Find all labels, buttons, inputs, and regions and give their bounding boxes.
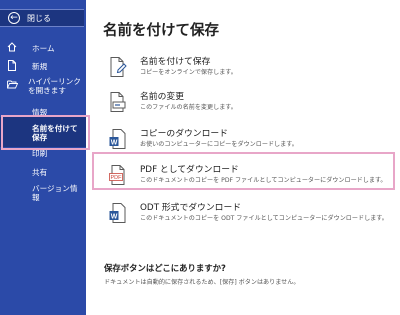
- option-save-as[interactable]: 名前を付けて保存 コピーをオンラインで保存します。: [106, 54, 396, 84]
- sidebar-item-label: 共有: [32, 168, 48, 177]
- sidebar-item-home[interactable]: ホーム: [0, 42, 86, 54]
- sidebar-item-version[interactable]: バージョン情報: [0, 184, 86, 204]
- odt-icon: W: [109, 202, 127, 224]
- option-description: このファイルの名前を変更します。: [140, 104, 237, 111]
- sidebar-item-label: 新規: [32, 62, 48, 71]
- sidebar-item-share[interactable]: 共有: [0, 168, 86, 178]
- option-title: 名前を付けて保存: [140, 57, 211, 67]
- option-description: このドキュメントのコピーを ODT ファイルとしてコンピューターにダウンロードし…: [140, 215, 388, 222]
- save-button-info-title: 保存ボタンはどこにありますか?: [104, 263, 226, 273]
- sidebar-item-label: バージョン情報: [32, 184, 78, 202]
- sidebar-item-new[interactable]: 新規: [0, 60, 86, 72]
- option-rename[interactable]: 名前の変更 このファイルの名前を変更します。: [106, 89, 396, 119]
- option-title: 名前の変更: [140, 92, 184, 102]
- option-title: コピーのダウンロード: [140, 129, 228, 139]
- svg-text:W: W: [111, 213, 118, 220]
- highlight-box-sidebar: [1, 115, 90, 150]
- sidebar-item-print[interactable]: 印刷: [0, 149, 86, 159]
- option-download-odt[interactable]: W ODT 形式でダウンロード このドキュメントのコピーを ODT ファイルとし…: [106, 200, 396, 230]
- sidebar-item-hyperlink[interactable]: ハイパーリンクを開きます: [0, 76, 86, 96]
- highlight-box-pdf: [92, 152, 395, 190]
- new-document-icon: [7, 60, 17, 74]
- home-icon: [7, 42, 17, 55]
- page-title: 名前を付けて保存: [103, 23, 219, 39]
- option-description: コピーをオンラインで保存します。: [140, 69, 237, 76]
- svg-text:W: W: [111, 139, 118, 146]
- sidebar-item-label: ホーム: [32, 44, 55, 53]
- save-button-info-text: ドキュメントは自動的に保存されるため、[保存] ボタンはありません。: [104, 279, 300, 286]
- option-title: ODT 形式でダウンロード: [140, 203, 242, 213]
- close-back-button[interactable]: ← 閉じる: [0, 9, 84, 27]
- back-arrow-icon: ←: [8, 12, 20, 24]
- sidebar-item-label: 印刷: [32, 149, 48, 158]
- back-button-label: 閉じる: [27, 13, 51, 23]
- sidebar-item-label: ハイパーリンクを開きます: [28, 77, 81, 95]
- sidebar: ← 閉じる ホーム 新規 ハイパーリンクを開きます 情報 名前を付けて保存 印刷…: [0, 0, 86, 315]
- open-folder-icon: [7, 80, 19, 92]
- option-description: お使いのコンピューターにコピーをダウンロードします。: [140, 141, 298, 148]
- save-as-icon: [109, 56, 127, 78]
- rename-icon: [109, 91, 127, 113]
- word-download-icon: W: [109, 128, 127, 150]
